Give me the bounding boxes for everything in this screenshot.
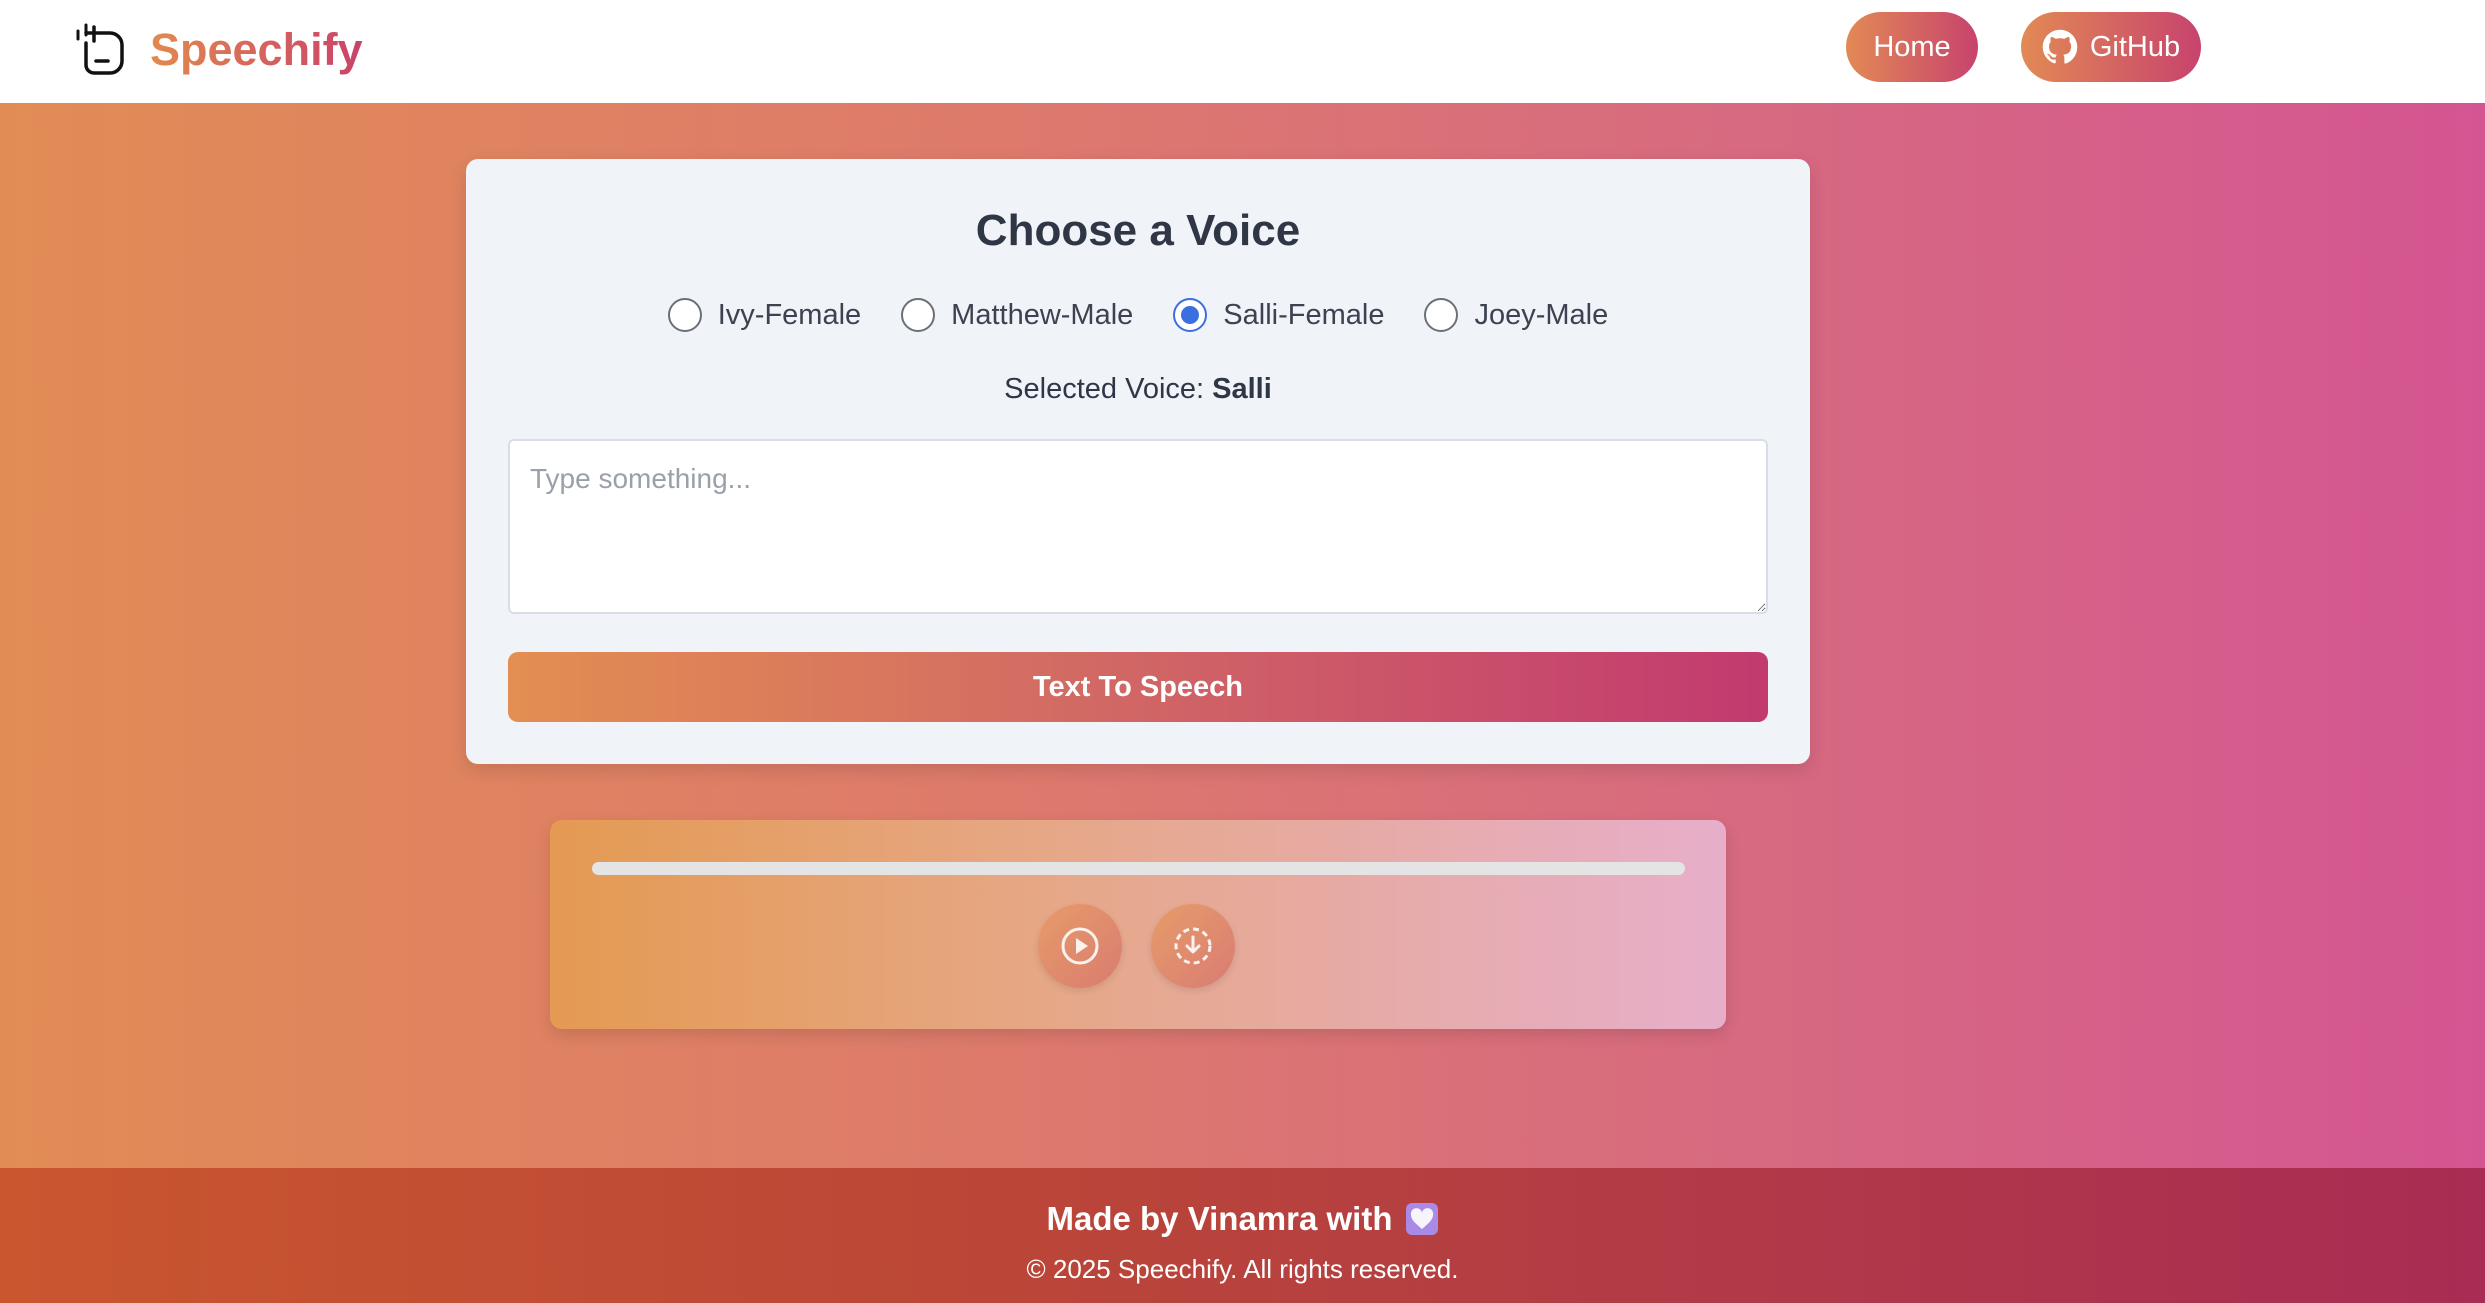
voice-label-joey: Joey-Male [1474,298,1609,331]
selected-voice-prefix: Selected Voice: [1004,373,1205,405]
brand-name: Speechify [150,24,363,75]
voice-radio-matthew[interactable] [901,298,936,332]
footer-credit: Made by Vinamra with [0,1200,2485,1238]
home-button[interactable]: Home [1846,12,1978,82]
voice-option-matthew[interactable]: Matthew-Male [901,298,1133,332]
selected-voice-text: Selected Voice: Salli [466,373,1810,406]
footer-copyright: © 2025 Speechify. All rights reserved. [1026,1254,1459,1284]
audio-progress-bar[interactable] [592,862,1685,875]
footer: Made by Vinamra with © 2025 Speechify. A… [0,1168,2485,1303]
download-button[interactable] [1151,904,1235,988]
github-icon [2042,29,2078,64]
voice-label-ivy: Ivy-Female [717,298,862,331]
home-button-label: Home [1873,30,1951,63]
voice-option-salli[interactable]: Salli-Female [1173,298,1384,332]
voice-option-joey[interactable]: Joey-Male [1424,298,1608,332]
text-input[interactable] [508,439,1768,614]
voice-radio-ivy[interactable] [667,298,702,332]
footer-made-by: Made by Vinamra with [1046,1200,1393,1237]
github-button-label: GitHub [2089,30,2181,63]
brand-logo[interactable]: Speechify [72,20,363,80]
voice-options: Ivy-Female Matthew-Male Salli-Female Joe… [466,287,1810,343]
purple-heart-icon [1406,1203,1439,1235]
play-button[interactable] [1038,904,1122,988]
github-button[interactable]: GitHub [2021,12,2201,82]
voice-card: Choose a Voice Ivy-Female Matthew-Male S… [466,159,1810,764]
selected-voice-value: Salli [1212,373,1272,405]
navbar: Speechify Home GitHub [0,0,2485,103]
voice-label-matthew: Matthew-Male [951,298,1134,331]
play-icon [1061,927,1099,965]
download-icon [1174,927,1212,965]
voice-radio-salli[interactable] [1173,298,1208,332]
voice-label-salli: Salli-Female [1223,298,1385,331]
voice-radio-joey[interactable] [1424,298,1459,332]
text-to-speech-button[interactable]: Text To Speech [508,652,1768,722]
speech-face-icon [76,23,124,75]
text-to-speech-label: Text To Speech [1032,670,1244,703]
voice-option-ivy[interactable]: Ivy-Female [667,298,862,332]
card-title: Choose a Voice [975,206,1301,255]
audio-player [550,820,1726,1029]
